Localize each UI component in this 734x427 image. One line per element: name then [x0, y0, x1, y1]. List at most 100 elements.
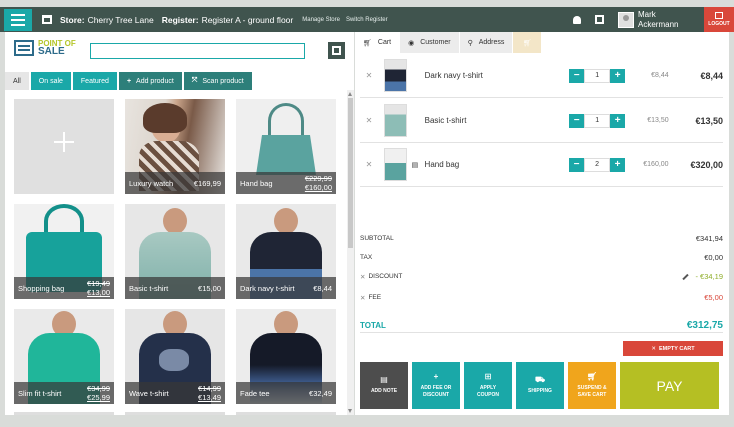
divider [360, 332, 723, 333]
line-total: €320,00 [690, 159, 723, 170]
tab-cart[interactable]: 🛒︎ Cart [355, 32, 400, 53]
manage-store-link[interactable]: Manage Store [302, 17, 340, 23]
product-old-price: €19,49 [87, 279, 110, 288]
product-tile-shopping-bag[interactable]: Shopping bag €19,49 €13,00 [14, 204, 114, 299]
filter-on-sale-button[interactable]: On sale [30, 72, 71, 90]
product-old-price: €34,99 [87, 384, 110, 393]
scan-icon: ⤧ [191, 77, 198, 84]
add-fee-discount-button[interactable]: + ADD FEE OR DISCOUNT [412, 362, 460, 409]
qty-input[interactable]: 1 [584, 113, 611, 128]
shipping-button[interactable]: ⛟ SHIPPING [516, 362, 564, 409]
plus-icon: + [126, 77, 132, 85]
add-product-button[interactable]: + Add product [118, 72, 182, 90]
logout-button[interactable]: LOGOUT [704, 7, 734, 32]
empty-cart-button[interactable]: ✕ EMPTY CART [623, 341, 723, 356]
tab-saved-carts[interactable]: 🛒︎ [513, 32, 542, 53]
note-icon[interactable]: ▤ [412, 161, 422, 169]
product-tile-wave-t-shirt[interactable]: Wave t-shirt €14,99 €13,49 [125, 309, 225, 404]
tab-address[interactable]: ⚲ Address [459, 32, 513, 53]
filter-bar: All On sale Featured + Add product ⤧ Scan … [5, 72, 254, 90]
cart-row: ✕ Dark navy t-shirt − 1 + €8,44 €8,44 [360, 54, 723, 98]
remove-item-icon[interactable]: ✕ [363, 160, 375, 169]
increase-qty-button[interactable]: + [610, 157, 626, 172]
bell-icon[interactable] [573, 15, 581, 24]
add-note-button[interactable]: ▤ ADD NOTE [360, 362, 408, 409]
cart-item-thumbnail [383, 104, 407, 137]
increase-qty-button[interactable]: + [610, 68, 626, 83]
cart-item-name: Basic t-shirt [424, 116, 467, 125]
line-total: €13,50 [695, 115, 724, 126]
logo: POINT OF SALE [14, 40, 76, 57]
cart-row: ✕ Basic t-shirt − 1 + €13,50 €13,50 [360, 99, 723, 143]
decrease-qty-button[interactable]: − [569, 113, 585, 128]
close-icon: ✕ [651, 345, 656, 352]
register-label: Register: [161, 14, 199, 25]
product-price: €32,49 [309, 388, 332, 398]
cart-icon: 🛒︎ [363, 39, 372, 47]
plus-icon [54, 132, 74, 152]
cart-row: ✕ ▤ Hand bag − 2 + €160,00 €320,00 [360, 143, 723, 187]
discount-row: ✕ DISCOUNT - €34,19 [360, 272, 723, 281]
product-price: €13,49 [198, 393, 221, 402]
remove-item-icon[interactable]: ✕ [363, 116, 375, 125]
pay-button[interactable]: PAY [620, 362, 719, 409]
hamburger-menu-button[interactable] [4, 8, 32, 31]
product-name: Dark navy t-shirt [240, 283, 295, 293]
cart-panel: 🛒︎ Cart ◉ Customer ⚲ Address 🛒︎ ✕ Dark navy… [355, 32, 729, 415]
map-pin-icon: ⚲ [467, 39, 473, 47]
register-value: Register A - ground floor [201, 14, 294, 25]
unit-price: €8,44 [651, 72, 669, 79]
cart-plus-icon: 🛒︎ [522, 39, 532, 47]
product-old-price: €14,99 [198, 384, 221, 393]
product-tile-dark-navy-t-shirt[interactable]: Dark navy t-shirt €8,44 [236, 204, 336, 299]
product-name: Wave t-shirt [129, 388, 169, 398]
cart-icon: 🛒︎ [586, 371, 598, 381]
product-price: €8,44 [313, 283, 332, 293]
scroll-up-icon[interactable] [348, 92, 352, 96]
cart-item-thumbnail [383, 148, 407, 181]
remove-fee-icon[interactable]: ✕ [360, 294, 365, 302]
product-tile-fade-tee[interactable]: Fade tee €32,49 [236, 309, 336, 404]
switch-register-link[interactable]: Switch Register [346, 17, 388, 23]
scan-product-button[interactable]: ⤧ Scan product [183, 72, 252, 90]
decrease-qty-button[interactable]: − [569, 68, 585, 83]
decrease-qty-button[interactable]: − [569, 157, 585, 172]
tab-customer[interactable]: ◉ Customer [400, 32, 459, 53]
remove-discount-icon[interactable]: ✕ [360, 273, 365, 281]
product-tile-partial[interactable] [125, 412, 225, 415]
line-total: €8,44 [700, 70, 724, 81]
product-scrollbar[interactable] [347, 90, 354, 415]
fullscreen-icon[interactable] [595, 15, 604, 24]
avatar[interactable] [618, 11, 634, 28]
product-name: Fade tee [240, 388, 270, 398]
action-buttons: ▤ ADD NOTE + ADD FEE OR DISCOUNT ⊞ APPLY C… [360, 362, 719, 409]
cart-item-thumbnail [383, 59, 407, 92]
product-price: €160,00 [304, 183, 332, 192]
filter-all-button[interactable]: All [5, 72, 29, 90]
remove-item-icon[interactable]: ✕ [363, 71, 375, 80]
apply-coupon-button[interactable]: ⊞ APPLY COUPON [464, 362, 512, 409]
product-tile-partial[interactable] [14, 412, 114, 415]
truck-icon: ⛟ [534, 375, 546, 384]
suspend-save-cart-button[interactable]: 🛒︎ SUSPEND & SAVE CART [568, 362, 616, 409]
product-tile-partial[interactable] [236, 412, 336, 415]
qty-input[interactable]: 1 [584, 68, 611, 83]
qty-input[interactable]: 2 [584, 157, 611, 172]
filter-featured-button[interactable]: Featured [72, 72, 117, 90]
product-name: Luxury watch [129, 178, 174, 188]
add-product-tile[interactable] [14, 99, 114, 194]
product-tile-basic-t-shirt[interactable]: Basic t-shirt €15,00 [125, 204, 225, 299]
qr-code-button[interactable] [328, 42, 345, 59]
search-input[interactable] [90, 43, 305, 59]
scroll-down-icon[interactable] [348, 409, 352, 413]
edit-icon[interactable] [682, 273, 690, 280]
product-price: €169,99 [193, 178, 221, 188]
qr-code-icon [332, 46, 341, 55]
increase-qty-button[interactable]: + [610, 113, 626, 128]
cart-item-name: Dark navy t-shirt [424, 71, 483, 80]
cart-item-name: Hand bag [424, 160, 460, 169]
scroll-thumb[interactable] [348, 98, 353, 248]
product-tile-slim-fit-t-shirt[interactable]: Slim fit t-shirt €34,99 €25,99 [14, 309, 114, 404]
product-tile-hand-bag[interactable]: Hand bag €229,99 €160,00 [236, 99, 336, 194]
product-tile-luxury-watch[interactable]: Luxury watch €169,99 [125, 99, 225, 194]
